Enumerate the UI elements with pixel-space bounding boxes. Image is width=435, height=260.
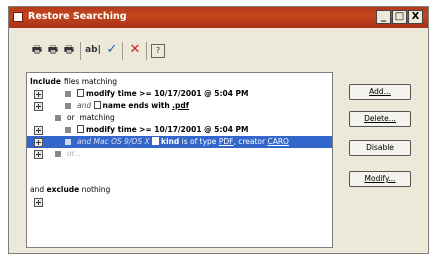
include-row: Include files matching [27, 76, 332, 88]
restore-searching-window: Restore Searching _ □ X 🖶 🖶 🖶 ab| ✓ ✕ ? … [8, 6, 429, 254]
close-button[interactable]: X [408, 10, 423, 24]
exclude-row: and exclude nothing [27, 184, 332, 196]
criterion-row[interactable]: or... [27, 148, 332, 160]
creator-value[interactable]: CARO [267, 137, 288, 146]
delete-button[interactable]: Delete... [349, 111, 411, 127]
exclude-add-row[interactable] [27, 196, 332, 208]
criterion-bullet-icon [65, 91, 71, 97]
disable-button[interactable]: Disable [349, 140, 411, 156]
conjunction-placeholder[interactable]: or... [67, 148, 81, 160]
maximize-button[interactable]: □ [392, 10, 407, 24]
criterion-bullet-icon [55, 151, 61, 157]
printer-icon[interactable]: 🖶 [61, 42, 77, 58]
toolbar-separator [122, 42, 123, 60]
criterion-row-selected[interactable]: and Mac OS 9/OS X kind is of type PDF, c… [27, 136, 332, 148]
criterion-text: name ends with [102, 101, 170, 110]
exclude-suffix: nothing [81, 185, 111, 194]
expand-toggle-icon[interactable] [34, 138, 43, 147]
printer-icon[interactable]: 🖶 [29, 42, 45, 58]
criterion-field: kind [161, 137, 180, 146]
expand-toggle-icon[interactable] [34, 90, 43, 99]
expand-toggle-icon[interactable] [34, 150, 43, 159]
checkmark-icon[interactable]: ✓ [104, 42, 120, 58]
criterion-bullet-icon [65, 127, 71, 133]
exclude-prefix: and [30, 185, 45, 194]
criterion-bullet-icon [65, 139, 71, 145]
conjunction: or [67, 113, 75, 122]
criterion-bullet-icon [55, 115, 61, 121]
creator-label: , creator [233, 137, 266, 146]
document-icon [152, 137, 159, 145]
document-icon [77, 125, 84, 133]
criterion-operator: is of type [181, 137, 217, 146]
document-icon [77, 89, 84, 97]
expand-toggle-icon[interactable] [34, 198, 43, 207]
title-bar[interactable]: Restore Searching _ □ X [9, 7, 428, 28]
help-icon[interactable]: ? [151, 44, 165, 58]
criterion-prefix: and Mac OS 9/OS X [77, 137, 150, 146]
include-label: Include [30, 77, 61, 86]
criterion-row[interactable]: modify time >= 10/17/2001 @ 5:04 PM [27, 88, 332, 100]
delete-x-icon[interactable]: ✕ [127, 42, 143, 58]
criterion-value[interactable]: .pdf [172, 101, 189, 110]
criterion-bullet-icon [65, 103, 71, 109]
type-value[interactable]: PDF [219, 137, 234, 146]
window-title: Restore Searching [28, 11, 127, 22]
expand-toggle-icon[interactable] [34, 126, 43, 135]
criterion-row[interactable]: or matching [27, 112, 332, 124]
conjunction: and [77, 101, 92, 110]
printer-icon[interactable]: 🖶 [45, 42, 61, 58]
modify-button[interactable]: Modify... [349, 171, 411, 187]
criterion-field: modify time [86, 125, 137, 134]
criterion-row[interactable]: modify time >= 10/17/2001 @ 5:04 PM [27, 124, 332, 136]
minimize-button[interactable]: _ [376, 10, 391, 24]
add-button[interactable]: Add... [349, 84, 411, 100]
criteria-panel: Include files matching modify time >= 10… [26, 72, 333, 248]
criterion-text: matching [79, 113, 115, 122]
criterion-operator: >= 10/17/2001 @ 5:04 PM [139, 89, 249, 98]
toolbar-separator [80, 42, 81, 60]
toolbar-separator [146, 42, 147, 60]
criterion-field: modify time [86, 89, 137, 98]
expand-toggle-icon[interactable] [34, 102, 43, 111]
app-icon [13, 12, 23, 22]
criterion-operator: >= 10/17/2001 @ 5:04 PM [139, 125, 249, 134]
document-icon [93, 101, 101, 109]
criterion-row[interactable]: and name ends with .pdf [27, 100, 332, 112]
include-suffix: files matching [64, 77, 118, 86]
text-field-icon[interactable]: ab| [85, 42, 101, 58]
exclude-label: exclude [46, 185, 80, 194]
